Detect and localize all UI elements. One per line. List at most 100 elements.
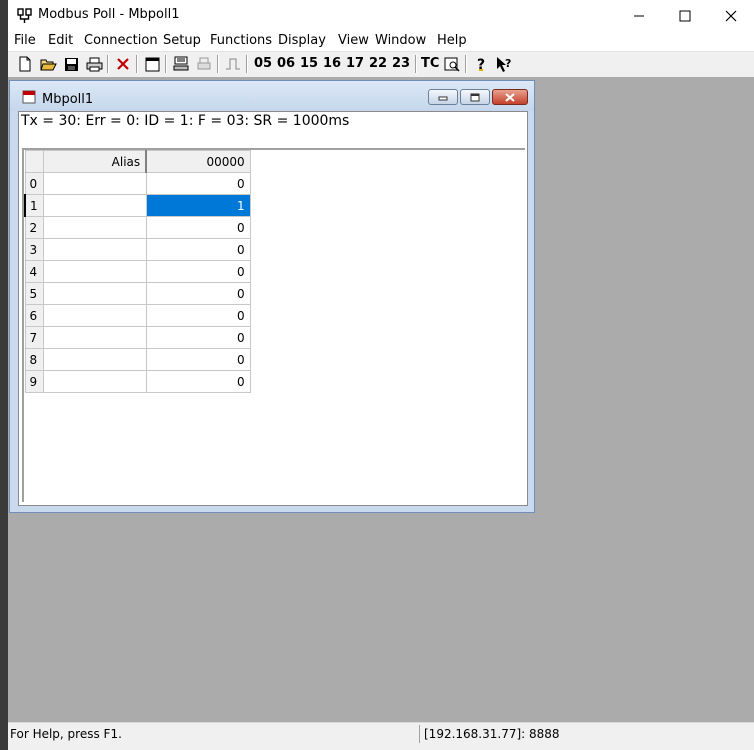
help-hint: For Help, press F1. [10,727,122,741]
menu-window[interactable]: Window [375,33,426,48]
minimize-button[interactable] [616,0,662,31]
modbus-poll-window: Modbus Poll - Mbpoll1 File Edit Connecti… [8,0,754,750]
read-write-icon [173,56,189,71]
register-grid[interactable]: Alias 00000 0 0 1 1 2 0 3 0 4 0 5 0 6 0 … [23,150,251,393]
restore-icon [470,93,480,101]
close-button[interactable] [708,0,754,31]
value-cell[interactable]: 0 [145,304,251,327]
alias-cell[interactable] [42,348,147,371]
value-cell[interactable]: 0 [145,172,251,195]
open-button[interactable] [38,54,58,74]
menu-bar: File Edit Connection Setup Functions Dis… [8,31,754,51]
table-row[interactable]: 7 0 [24,326,251,349]
function-06-button[interactable]: 06 [277,56,295,71]
window-button[interactable] [142,54,162,74]
menu-setup[interactable]: Setup [163,33,201,48]
read-write-button[interactable] [171,54,191,74]
alias-cell[interactable] [42,282,147,305]
selected-value-cell[interactable]: 1 [145,194,251,217]
disconnect-icon [117,58,129,70]
print-disabled-icon [197,57,211,70]
alias-cell[interactable] [42,260,147,283]
child-close-button[interactable] [492,89,528,105]
maximize-button[interactable] [662,0,708,31]
alias-cell[interactable] [42,304,147,327]
child-client-area: Tx = 30: Err = 0: ID = 1: F = 03: SR = 1… [18,111,528,506]
menu-edit[interactable]: Edit [48,33,73,48]
svg-text:?: ? [505,57,511,70]
disconnect-button[interactable] [113,54,133,74]
grid-corner-cell [24,150,44,173]
new-button[interactable] [15,54,35,74]
row-index: 6 [24,304,44,327]
table-row[interactable]: 0 0 [24,172,251,195]
help-icon: ? [477,57,485,72]
row-index: 7 [24,326,44,349]
alias-cell[interactable] [42,370,147,393]
table-row[interactable]: 8 0 [24,348,251,371]
menu-display[interactable]: Display [278,33,326,48]
tc-button[interactable]: TC [421,56,439,71]
print-disabled-button[interactable] [194,54,214,74]
open-icon [39,59,57,70]
function-15-button[interactable]: 15 [300,56,318,71]
menu-connection[interactable]: Connection [84,33,158,48]
pulse-button[interactable] [223,54,243,74]
table-row[interactable]: 9 0 [24,370,251,393]
row-index: 5 [24,282,44,305]
value-cell[interactable]: 0 [145,238,251,261]
tc-scan-button[interactable] [442,54,462,74]
alias-cell[interactable] [42,238,147,261]
toolbar-separator [107,55,109,73]
value-cell[interactable]: 0 [145,216,251,239]
title-bar[interactable]: Modbus Poll - Mbpoll1 [8,0,754,31]
function-22-button[interactable]: 22 [369,56,387,71]
connection-pane: [192.168.31.77]: 8888 [419,725,726,743]
alias-cell[interactable] [42,326,147,349]
menu-help[interactable]: Help [437,33,467,48]
save-button[interactable] [61,54,81,74]
desktop-edge [0,0,8,750]
save-icon [64,57,78,71]
new-icon [19,56,31,72]
function-17-button[interactable]: 17 [346,56,364,71]
child-restore-button[interactable] [460,89,490,105]
table-row[interactable]: 6 0 [24,304,251,327]
value-cell[interactable]: 0 [145,348,251,371]
toolbar: 05 06 15 16 17 22 23 TC ? ? [8,51,754,77]
connection-address: [192.168.31.77]: 8888 [424,727,560,741]
toolbar-separator [136,55,138,73]
window-bottom-edge [8,744,754,750]
alias-column-header[interactable]: Alias [42,150,147,173]
alias-cell[interactable] [42,172,147,195]
value-cell[interactable]: 0 [145,260,251,283]
value-column-header[interactable]: 00000 [145,150,251,173]
table-row[interactable]: 2 0 [24,216,251,239]
function-16-button[interactable]: 16 [323,56,341,71]
alias-cell[interactable] [42,216,147,239]
context-help-button[interactable]: ? [494,54,514,74]
row-index: 3 [24,238,44,261]
value-cell[interactable]: 0 [145,326,251,349]
function-23-button[interactable]: 23 [392,56,410,71]
value-cell[interactable]: 0 [145,370,251,393]
app-icon [17,8,32,23]
function-05-button[interactable]: 05 [254,56,272,71]
table-row[interactable]: 3 0 [24,238,251,261]
print-button[interactable] [84,54,104,74]
child-title-bar[interactable]: Mbpoll1 [10,81,534,111]
pulse-icon [226,58,240,70]
value-cell[interactable]: 0 [145,282,251,305]
table-row[interactable]: 4 0 [24,260,251,283]
alias-cell[interactable] [42,194,147,217]
help-button[interactable]: ? [471,54,491,74]
menu-file[interactable]: File [14,33,36,48]
table-row[interactable]: 1 1 [23,194,251,217]
toolbar-separator [415,55,417,73]
menu-functions[interactable]: Functions [210,33,272,48]
row-index: 8 [24,348,44,371]
table-row[interactable]: 5 0 [24,282,251,305]
menu-view[interactable]: View [338,33,369,48]
child-minimize-button[interactable] [428,89,458,105]
toolbar-separator [217,55,219,73]
